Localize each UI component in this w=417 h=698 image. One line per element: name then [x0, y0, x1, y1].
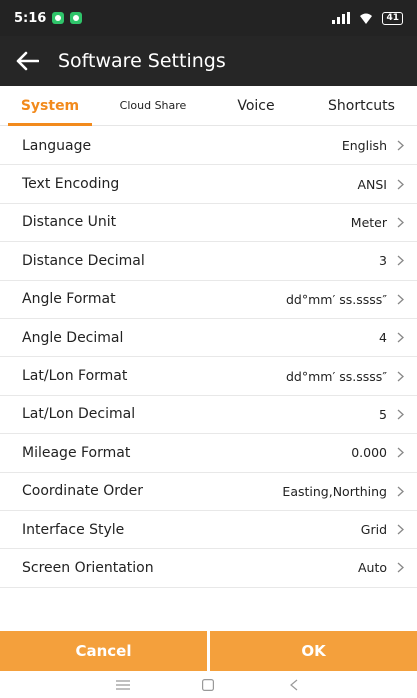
setting-text-encoding[interactable]: Text Encoding ANSI: [0, 165, 417, 204]
setting-value: English: [341, 138, 387, 154]
setting-label: Mileage Format: [22, 444, 131, 461]
chevron-right-icon: [393, 332, 407, 343]
notification-icon: [52, 12, 65, 24]
setting-label: Angle Format: [22, 291, 116, 308]
setting-angle-format[interactable]: Angle Format dd°mm′ ss.ssss″: [0, 280, 417, 319]
setting-value: dd°mm′ ss.ssss″: [285, 368, 387, 384]
tab-shortcuts[interactable]: Shortcuts: [306, 86, 417, 126]
setting-mileage-format[interactable]: Mileage Format 0.000: [0, 434, 417, 473]
tab-system[interactable]: System: [0, 86, 100, 126]
battery-icon: 41: [382, 11, 403, 25]
status-time: 5:16: [14, 10, 47, 26]
setting-label: Distance Decimal: [22, 252, 145, 269]
page-title: Software Settings: [58, 50, 226, 72]
chevron-right-icon: [393, 140, 407, 151]
chevron-right-icon: [393, 562, 407, 573]
setting-label: Language: [22, 137, 92, 154]
settings-list: Language English Text Encoding ANSI Dist…: [0, 127, 417, 588]
chevron-right-icon: [393, 294, 407, 305]
setting-screen-orientation[interactable]: Screen Orientation Auto: [0, 549, 417, 588]
chevron-right-icon: [393, 255, 407, 266]
setting-coordinate-order[interactable]: Coordinate Order Easting,Northing: [0, 472, 417, 511]
chevron-right-icon: [393, 371, 407, 382]
setting-value: dd°mm′ ss.ssss″: [285, 291, 387, 307]
setting-label: Interface Style: [22, 521, 125, 538]
setting-latlon-format[interactable]: Lat/Lon Format dd°mm′ ss.ssss″: [0, 357, 417, 396]
signal-icon: [332, 12, 351, 24]
setting-label: Coordinate Order: [22, 483, 143, 500]
menu-icon[interactable]: [113, 676, 133, 694]
setting-label: Angle Decimal: [22, 329, 124, 346]
chevron-right-icon: [393, 179, 407, 190]
setting-value: Grid: [360, 522, 387, 538]
tab-bar: System Cloud Share Voice Shortcuts: [0, 86, 417, 126]
setting-angle-decimal[interactable]: Angle Decimal 4: [0, 318, 417, 358]
status-bar: 5:16 41: [0, 0, 417, 36]
chevron-right-icon: [393, 217, 407, 228]
system-nav-bar: [0, 672, 417, 698]
setting-interface-style[interactable]: Interface Style Grid: [0, 510, 417, 550]
chevron-right-icon: [393, 409, 407, 420]
chevron-right-icon: [393, 447, 407, 458]
setting-label: Screen Orientation: [22, 559, 154, 576]
setting-latlon-decimal[interactable]: Lat/Lon Decimal 5: [0, 395, 417, 435]
chevron-right-icon: [393, 486, 407, 497]
setting-value: 0.000: [351, 445, 387, 461]
app-bar: Software Settings: [0, 36, 417, 86]
chevron-right-icon: [393, 524, 407, 535]
tab-cloud-share[interactable]: Cloud Share: [100, 86, 206, 126]
setting-label: Lat/Lon Decimal: [22, 406, 136, 423]
setting-value: 3: [379, 253, 387, 269]
notification-icon: [70, 12, 83, 24]
setting-label: Lat/Lon Format: [22, 368, 128, 385]
setting-distance-unit[interactable]: Distance Unit Meter: [0, 203, 417, 243]
wifi-icon: [360, 13, 373, 24]
setting-value: Meter: [350, 214, 387, 230]
back-arrow-icon[interactable]: [14, 48, 40, 74]
back-icon[interactable]: [284, 676, 304, 694]
cancel-button[interactable]: Cancel: [0, 631, 207, 671]
tab-voice[interactable]: Voice: [206, 86, 306, 126]
action-buttons: Cancel OK: [0, 631, 417, 671]
setting-value: 5: [379, 406, 387, 422]
setting-language[interactable]: Language English: [0, 127, 417, 166]
setting-value: 4: [379, 330, 387, 346]
ok-button[interactable]: OK: [210, 631, 417, 671]
setting-distance-decimal[interactable]: Distance Decimal 3: [0, 242, 417, 281]
setting-label: Text Encoding: [22, 176, 120, 193]
setting-value: Auto: [357, 560, 387, 576]
setting-label: Distance Unit: [22, 214, 117, 231]
setting-value: Easting,Northing: [282, 483, 387, 499]
home-icon[interactable]: [198, 676, 218, 694]
setting-value: ANSI: [357, 176, 387, 192]
